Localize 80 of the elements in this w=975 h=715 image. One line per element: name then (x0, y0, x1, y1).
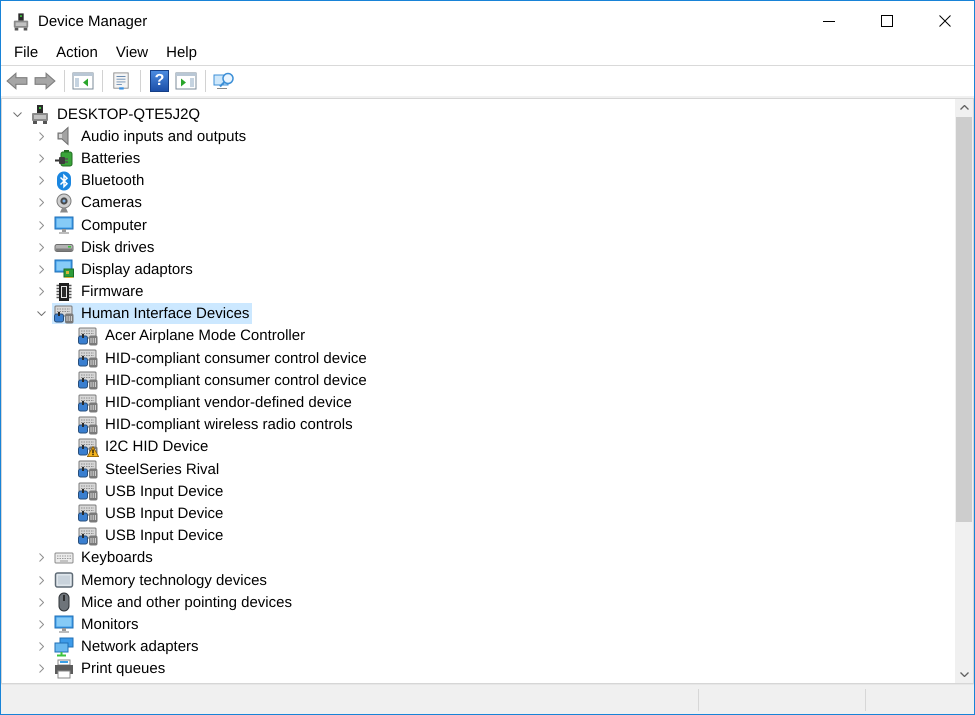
scrollbar[interactable] (955, 99, 973, 683)
chevron-right-icon[interactable] (38, 664, 44, 674)
tree-item[interactable]: Human Interface Devices (52, 303, 252, 324)
menu-item[interactable]: View (106, 42, 158, 64)
tree-item[interactable]: SteelSeries Rival (76, 458, 222, 480)
tree-item[interactable]: USB Input Device (76, 502, 226, 524)
tree-item[interactable]: Memory technology devices (52, 570, 270, 591)
tree-item[interactable]: HID-compliant vendor-defined device (76, 392, 355, 414)
keyboard-joystick-icon (78, 414, 98, 435)
menu-item[interactable]: Action (47, 42, 107, 64)
keyboard-joystick-icon (78, 348, 98, 368)
window-title: Device Manager (38, 12, 148, 30)
scrollbar-thumb[interactable] (956, 117, 972, 522)
tree-item[interactable]: Computer (52, 214, 150, 236)
monitor-icon (54, 215, 74, 236)
tree-item[interactable]: Monitors (52, 614, 142, 635)
tree-item[interactable]: Bluetooth (52, 170, 148, 192)
device-icon (30, 104, 50, 124)
maximize-icon (881, 15, 893, 27)
bluetooth-icon (54, 170, 74, 191)
network-monitors-icon (54, 636, 74, 657)
chevron-right-icon[interactable] (38, 132, 44, 141)
tree-item[interactable]: I2C HID Device (76, 436, 212, 458)
tree-item[interactable]: HID-compliant consumer control device (76, 370, 370, 391)
tree-item[interactable]: Firmware (52, 281, 146, 302)
monitor-board-icon (54, 259, 74, 280)
chevron-down-icon[interactable] (12, 112, 22, 117)
tree-item[interactable]: Network adapters (52, 636, 202, 658)
keyboard-joystick-icon (78, 526, 98, 546)
chevron-right-icon[interactable] (38, 287, 44, 296)
menu-item[interactable]: Help (157, 42, 206, 64)
webcam-icon (54, 192, 74, 213)
battery-plug-icon (54, 148, 74, 168)
keyboard-joystick-icon (78, 481, 98, 502)
chevron-right-icon[interactable] (38, 620, 44, 629)
chevron-up-icon[interactable] (960, 105, 968, 110)
monitor-search-icon (213, 72, 235, 90)
chevron-right-icon[interactable] (38, 154, 44, 163)
chevron-right-icon[interactable] (38, 642, 44, 652)
keyboard-joystick-icon (78, 503, 98, 524)
tree-item[interactable]: Print queues (52, 658, 168, 680)
chevron-right-icon[interactable] (38, 264, 44, 274)
chevron-down-icon[interactable] (36, 311, 46, 316)
tree-item[interactable]: Display adaptors (52, 258, 196, 280)
chevron-down-icon[interactable] (960, 672, 968, 677)
device-icon (12, 12, 30, 30)
close-icon (939, 15, 951, 27)
tree-item[interactable]: DESKTOP-QTE5J2Q (28, 104, 204, 125)
tree-item[interactable]: Disk drives (52, 236, 158, 258)
chevron-right-icon[interactable] (38, 220, 44, 230)
forward-arrow-icon (34, 72, 56, 90)
tree-item[interactable]: HID-compliant wireless radio controls (76, 414, 356, 436)
minimize-icon (823, 20, 835, 22)
monitor-icon (54, 614, 74, 634)
tree-item[interactable]: HID-compliant consumer control device (76, 348, 370, 369)
memory-card-icon (54, 570, 74, 590)
tree-item[interactable]: Audio inputs and outputs (52, 126, 250, 147)
keyboard-joystick-icon (78, 459, 98, 480)
back-arrow-icon (6, 72, 28, 90)
keyboard-joystick-icon (78, 370, 98, 390)
keyboard-joystick-icon (78, 326, 98, 346)
tree-item[interactable]: USB Input Device (76, 525, 226, 546)
printer-icon (54, 658, 74, 679)
tree-item[interactable]: USB Input Device (76, 480, 226, 502)
help-button[interactable]: ? (150, 70, 169, 92)
chevron-right-icon[interactable] (38, 576, 44, 585)
chevron-right-icon[interactable] (38, 198, 44, 208)
tree-item[interactable]: Mice and other pointing devices (52, 592, 295, 613)
chevron-right-icon[interactable] (38, 242, 44, 252)
keyboard-joystick-icon (54, 304, 74, 324)
chevron-right-icon[interactable] (38, 176, 44, 186)
tree-item[interactable]: Batteries (52, 148, 144, 169)
chevron-right-icon[interactable] (38, 598, 44, 607)
tree-item[interactable]: Acer Airplane Mode Controller (76, 325, 308, 346)
menu-item[interactable]: File (5, 42, 48, 64)
tree-item[interactable]: Cameras (52, 192, 145, 214)
tree-item[interactable]: Keyboards (52, 547, 156, 568)
chevron-right-icon[interactable] (38, 553, 44, 562)
chip-icon (54, 282, 74, 302)
keyboard-joystick-icon (78, 392, 98, 413)
